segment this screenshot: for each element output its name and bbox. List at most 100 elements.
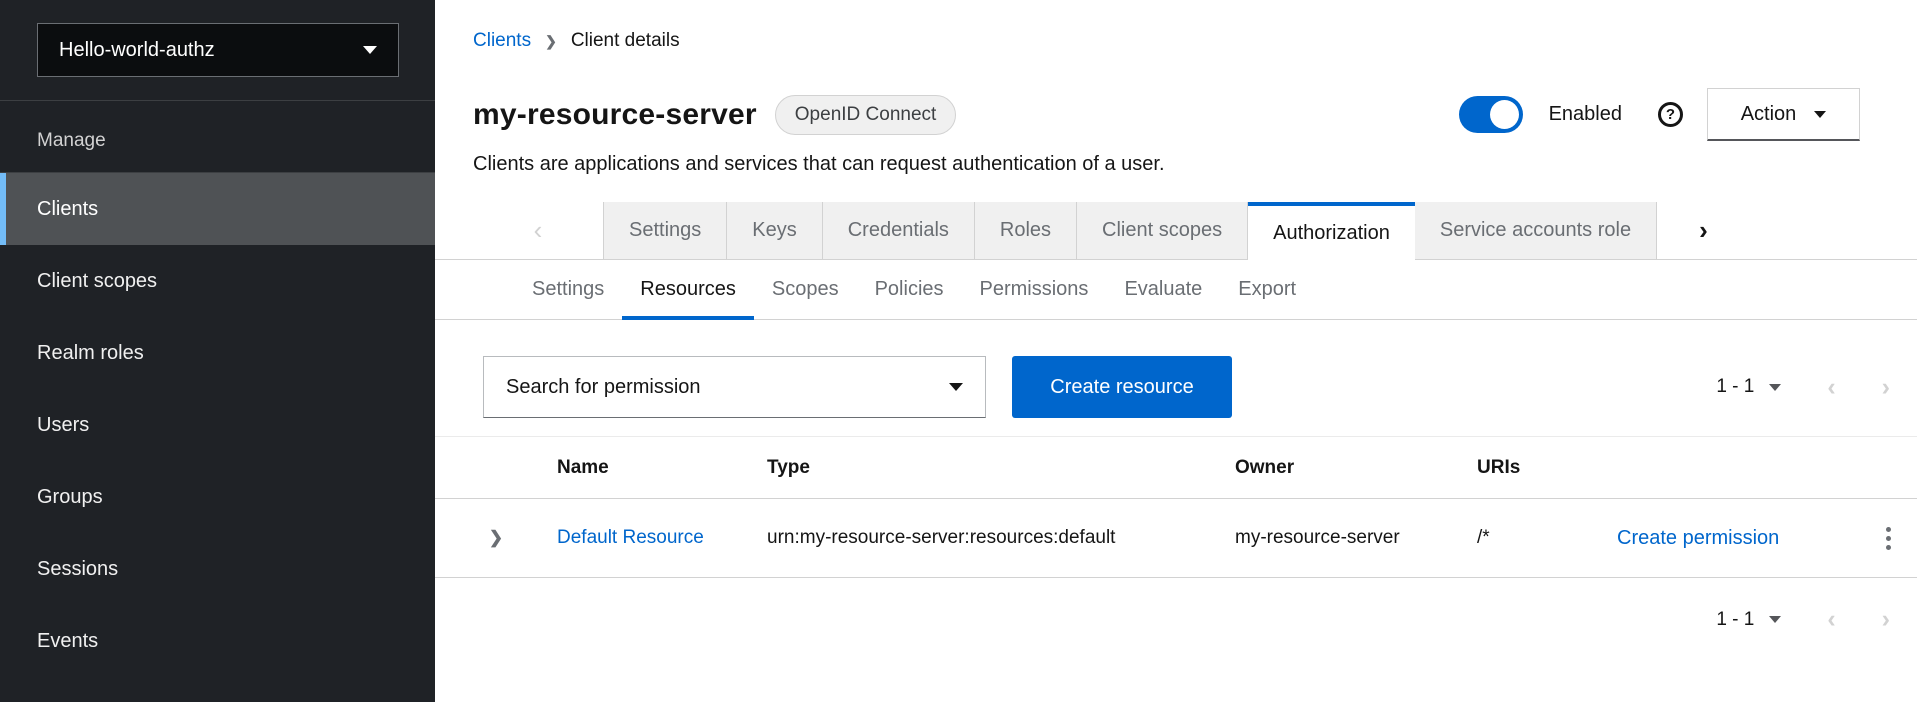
tab-scroll-right-button[interactable]: › bbox=[1699, 202, 1768, 259]
keycloak-admin-console: Hello-world-authz Manage Clients Client … bbox=[0, 0, 1917, 702]
caret-down-icon bbox=[1769, 384, 1781, 391]
realm-selector[interactable]: Hello-world-authz bbox=[37, 23, 399, 77]
pagination-bottom-wrap: 1 - 1 ‹ › bbox=[435, 607, 1890, 632]
create-resource-button[interactable]: Create resource bbox=[1012, 356, 1232, 418]
pagination-nav: ‹ › bbox=[1781, 375, 1890, 400]
tab-roles[interactable]: Roles bbox=[975, 202, 1077, 259]
create-permission-link[interactable]: Create permission bbox=[1617, 527, 1779, 549]
tab-label: Keys bbox=[752, 219, 796, 242]
subtab-label: Export bbox=[1238, 278, 1296, 301]
create-resource-label: Create resource bbox=[1050, 376, 1193, 399]
action-dropdown-button[interactable]: Action bbox=[1707, 88, 1860, 141]
sidebar-item-label: Clients bbox=[37, 198, 98, 221]
subtab-label: Scopes bbox=[772, 278, 839, 301]
subtab-label: Policies bbox=[875, 278, 944, 301]
cell-name: Default Resource bbox=[557, 527, 767, 549]
tab-label: Credentials bbox=[848, 219, 949, 242]
next-page-button[interactable]: › bbox=[1882, 375, 1890, 400]
subtab-permissions[interactable]: Permissions bbox=[962, 260, 1107, 319]
realm-name: Hello-world-authz bbox=[59, 39, 215, 62]
table-header-row: Name Type Owner URIs bbox=[435, 436, 1917, 499]
enabled-label: Enabled bbox=[1549, 103, 1622, 126]
subtab-scopes[interactable]: Scopes bbox=[754, 260, 857, 319]
sidebar-item-groups[interactable]: Groups bbox=[0, 461, 435, 533]
action-label: Action bbox=[1741, 103, 1797, 126]
page-title: my-resource-server bbox=[473, 98, 757, 132]
sidebar-item-label: Groups bbox=[37, 486, 103, 509]
breadcrumb-separator-icon: ❯ bbox=[545, 33, 557, 50]
next-page-button[interactable]: › bbox=[1882, 607, 1890, 632]
client-header: my-resource-server OpenID Connect Enable… bbox=[473, 88, 1860, 141]
nav-section-header: Manage bbox=[0, 101, 435, 173]
subtab-evaluate[interactable]: Evaluate bbox=[1106, 260, 1220, 319]
nav-section-label: Manage bbox=[37, 130, 435, 152]
pagination-range: 1 - 1 bbox=[1716, 376, 1754, 398]
subtab-label: Permissions bbox=[980, 278, 1089, 301]
sidebar-item-client-scopes[interactable]: Client scopes bbox=[0, 245, 435, 317]
pagination-top: 1 - 1 ‹ › bbox=[1716, 375, 1890, 400]
tab-settings[interactable]: Settings bbox=[603, 202, 727, 259]
sidebar-item-clients[interactable]: Clients bbox=[0, 173, 435, 245]
chevron-down-icon bbox=[949, 383, 963, 391]
help-glyph: ? bbox=[1666, 106, 1675, 123]
tab-service-accounts-roles[interactable]: Service accounts role bbox=[1415, 202, 1657, 259]
resources-toolbar: Search for permission Create resource 1 … bbox=[483, 356, 1890, 418]
sidebar-item-events[interactable]: Events bbox=[0, 605, 435, 677]
breadcrumb-clients-link[interactable]: Clients bbox=[473, 30, 531, 52]
sidebar-item-users[interactable]: Users bbox=[0, 389, 435, 461]
tab-authorization[interactable]: Authorization bbox=[1248, 202, 1415, 260]
sidebar-item-label: Events bbox=[37, 630, 98, 653]
search-permission-select[interactable]: Search for permission bbox=[483, 356, 986, 418]
sidebar: Hello-world-authz Manage Clients Client … bbox=[0, 0, 435, 702]
tab-label: Service accounts role bbox=[1440, 219, 1631, 242]
tab-credentials[interactable]: Credentials bbox=[823, 202, 975, 259]
sidebar-item-label: Sessions bbox=[37, 558, 118, 581]
column-header-uris: URIs bbox=[1477, 457, 1617, 479]
toggle-knob bbox=[1490, 100, 1519, 129]
tab-label: Client scopes bbox=[1102, 219, 1222, 242]
tab-label: Settings bbox=[629, 219, 701, 242]
tab-label: Roles bbox=[1000, 219, 1051, 242]
row-expand-button[interactable]: ❯ bbox=[435, 528, 557, 548]
subtab-settings[interactable]: Settings bbox=[514, 260, 622, 319]
cell-type: urn:my-resource-server:resources:default bbox=[767, 527, 1235, 549]
protocol-badge: OpenID Connect bbox=[775, 95, 957, 135]
tab-keys[interactable]: Keys bbox=[727, 202, 822, 259]
tab-client-scopes[interactable]: Client scopes bbox=[1077, 202, 1248, 259]
client-description: Clients are applications and services th… bbox=[473, 153, 1917, 176]
pagination-range: 1 - 1 bbox=[1716, 609, 1754, 631]
resources-table: Name Type Owner URIs ❯ Default Resource … bbox=[435, 436, 1917, 578]
pagination-menu-toggle[interactable]: 1 - 1 bbox=[1716, 609, 1781, 631]
column-header-name: Name bbox=[557, 457, 767, 479]
subtab-label: Evaluate bbox=[1124, 278, 1202, 301]
client-tabs: ‹ Settings Keys Credentials Roles Client… bbox=[435, 202, 1917, 260]
pagination-menu-toggle[interactable]: 1 - 1 bbox=[1716, 376, 1781, 398]
sidebar-item-label: Users bbox=[37, 414, 89, 437]
enabled-toggle[interactable] bbox=[1459, 96, 1523, 133]
header-controls: Enabled ? Action bbox=[1459, 88, 1860, 141]
resource-name-link[interactable]: Default Resource bbox=[557, 527, 704, 548]
realm-section: Hello-world-authz bbox=[0, 0, 435, 101]
chevron-left-icon: ‹ bbox=[534, 215, 543, 246]
cell-owner: my-resource-server bbox=[1235, 527, 1477, 549]
subtab-resources[interactable]: Resources bbox=[622, 260, 754, 319]
search-select-placeholder: Search for permission bbox=[506, 376, 701, 399]
sidebar-item-realm-roles[interactable]: Realm roles bbox=[0, 317, 435, 389]
cell-action: Create permission bbox=[1617, 527, 1860, 550]
subtab-export[interactable]: Export bbox=[1220, 260, 1314, 319]
subtab-policies[interactable]: Policies bbox=[857, 260, 962, 319]
chevron-right-icon: › bbox=[1699, 215, 1708, 246]
kebab-menu-icon bbox=[1886, 527, 1891, 550]
sidebar-item-label: Realm roles bbox=[37, 342, 144, 365]
pagination-nav: ‹ › bbox=[1781, 607, 1890, 632]
row-kebab-button[interactable] bbox=[1860, 527, 1917, 550]
pagination-bottom: 1 - 1 ‹ › bbox=[1716, 607, 1890, 632]
tab-scroll-left-button[interactable]: ‹ bbox=[473, 202, 603, 259]
previous-page-button[interactable]: ‹ bbox=[1827, 607, 1835, 632]
subtab-label: Resources bbox=[640, 278, 736, 301]
previous-page-button[interactable]: ‹ bbox=[1827, 375, 1835, 400]
table-row: ❯ Default Resource urn:my-resource-serve… bbox=[435, 499, 1917, 578]
chevron-down-icon bbox=[1814, 111, 1826, 118]
question-circle-icon[interactable]: ? bbox=[1658, 102, 1683, 127]
sidebar-item-sessions[interactable]: Sessions bbox=[0, 533, 435, 605]
